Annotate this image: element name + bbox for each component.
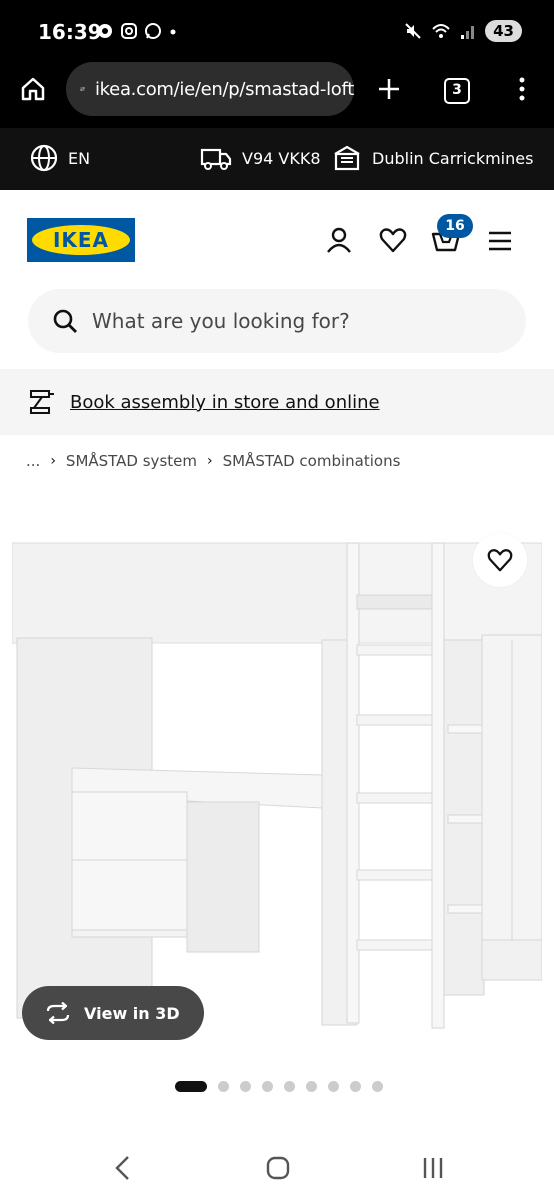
search-icon bbox=[53, 309, 77, 333]
search-bar[interactable] bbox=[28, 289, 526, 353]
carousel-dot[interactable] bbox=[240, 1081, 251, 1092]
account-icon[interactable] bbox=[326, 226, 352, 254]
rotate-3d-icon bbox=[46, 1002, 70, 1024]
home-icon[interactable] bbox=[20, 76, 46, 102]
language-label: EN bbox=[68, 148, 91, 168]
postcode-label: V94 VKK8 bbox=[242, 148, 321, 168]
breadcrumb-ellipsis[interactable]: ... bbox=[26, 452, 40, 470]
breadcrumb-item-smastad-system[interactable]: SMÅSTAD system bbox=[66, 452, 197, 470]
assembly-tool-icon bbox=[30, 390, 54, 414]
carousel-dot[interactable] bbox=[328, 1081, 339, 1092]
ikea-logo[interactable]: IKEA bbox=[27, 218, 135, 262]
store-selector[interactable]: Dublin Carrickmines bbox=[332, 144, 533, 172]
browser-toolbar: ikea.com/ie/en/p/smastad-loft 3 bbox=[0, 62, 554, 128]
breadcrumb: ... › SMÅSTAD system › SMÅSTAD combinati… bbox=[26, 452, 400, 470]
whatsapp-icon bbox=[145, 23, 161, 39]
address-bar[interactable]: ikea.com/ie/en/p/smastad-loft bbox=[66, 62, 354, 116]
delivery-truck-icon bbox=[200, 148, 232, 170]
image-carousel-indicator bbox=[175, 1081, 383, 1092]
assembly-banner: Book assembly in store and online bbox=[0, 369, 554, 435]
system-navigation-bar bbox=[0, 1140, 554, 1200]
language-selector[interactable]: EN bbox=[30, 144, 90, 172]
wifi-icon bbox=[432, 24, 450, 38]
logo-text: IKEA bbox=[32, 225, 130, 255]
battery-indicator: 43 bbox=[485, 20, 522, 42]
system-icons: 43 bbox=[403, 20, 522, 42]
menu-icon[interactable] bbox=[488, 230, 512, 252]
carousel-dot[interactable] bbox=[350, 1081, 361, 1092]
site-header: IKEA 16 bbox=[0, 190, 554, 290]
notification-icons bbox=[96, 22, 178, 40]
save-favourite-button[interactable] bbox=[473, 533, 527, 587]
view-in-3d-button[interactable]: View in 3D bbox=[22, 986, 204, 1040]
ikea-topbar: EN V94 VKK8 Dublin Carrickmines bbox=[0, 128, 554, 190]
mute-icon bbox=[405, 23, 421, 39]
back-icon[interactable] bbox=[112, 1154, 134, 1182]
book-assembly-link[interactable]: Book assembly in store and online bbox=[70, 392, 380, 413]
search-input[interactable] bbox=[92, 309, 492, 333]
store-icon bbox=[334, 145, 360, 171]
chevron-right-icon: › bbox=[206, 453, 213, 469]
globe-icon bbox=[30, 144, 58, 172]
product-image[interactable] bbox=[12, 540, 542, 1040]
url-text: ikea.com/ie/en/p/smastad-loft bbox=[94, 78, 354, 100]
carousel-dot[interactable] bbox=[262, 1081, 273, 1092]
tab-switcher-button[interactable]: 3 bbox=[444, 78, 470, 104]
breadcrumb-item-smastad-combinations[interactable]: SMÅSTAD combinations bbox=[223, 452, 401, 470]
favourites-icon[interactable] bbox=[379, 226, 407, 254]
heart-icon bbox=[487, 549, 513, 572]
signal-icon bbox=[461, 26, 475, 39]
chevron-right-icon: › bbox=[50, 453, 56, 469]
recent-apps-icon[interactable] bbox=[420, 1154, 446, 1182]
carousel-dot[interactable] bbox=[218, 1081, 229, 1092]
cart-count-badge: 16 bbox=[437, 214, 473, 238]
gear-icon bbox=[98, 24, 112, 38]
status-bar: 16:39 43 bbox=[0, 0, 554, 62]
store-label: Dublin Carrickmines bbox=[372, 148, 534, 168]
postcode-selector[interactable]: V94 VKK8 bbox=[200, 144, 321, 172]
carousel-dot[interactable] bbox=[284, 1081, 295, 1092]
carousel-dot-active[interactable] bbox=[175, 1081, 207, 1092]
new-tab-icon[interactable] bbox=[376, 76, 402, 102]
instagram-icon bbox=[121, 23, 137, 39]
carousel-dot[interactable] bbox=[372, 1081, 383, 1092]
more-options-icon[interactable] bbox=[512, 76, 532, 102]
site-settings-icon[interactable] bbox=[80, 79, 85, 99]
status-time: 16:39 bbox=[38, 20, 102, 44]
home-button-icon[interactable] bbox=[265, 1154, 291, 1182]
view-in-3d-label: View in 3D bbox=[84, 1003, 180, 1023]
carousel-dot[interactable] bbox=[306, 1081, 317, 1092]
dot-icon bbox=[170, 29, 176, 35]
